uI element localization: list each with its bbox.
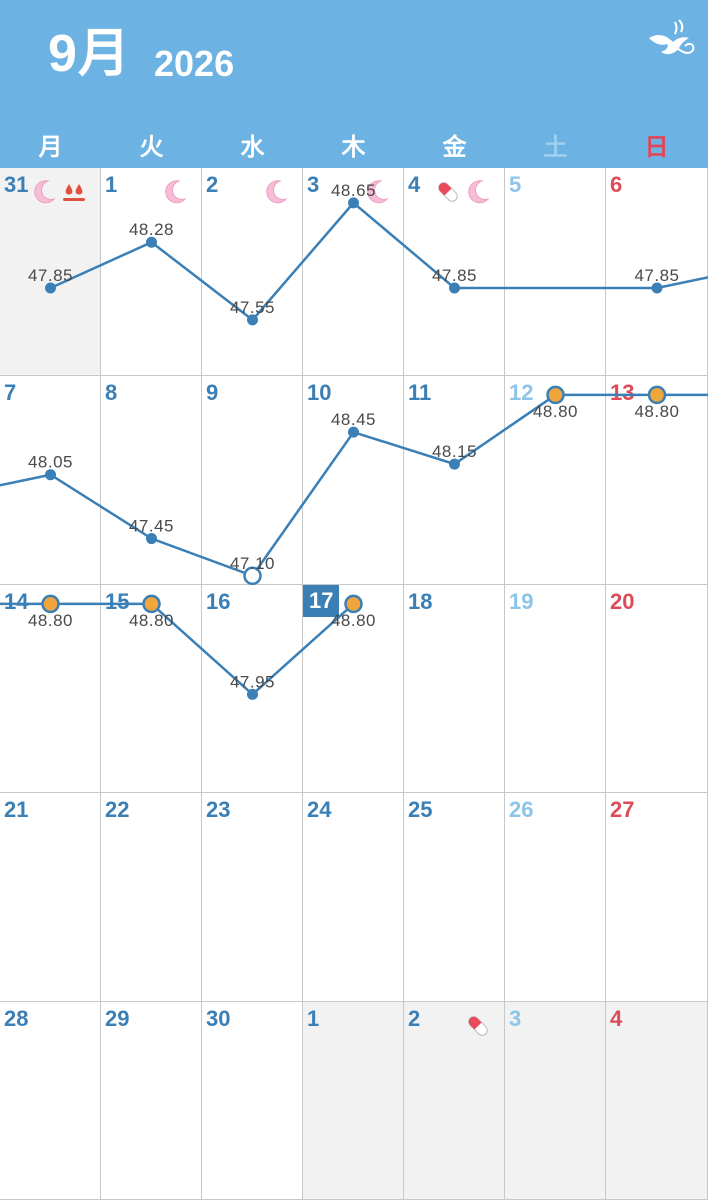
weekday-label: 木: [341, 134, 366, 161]
weekday-label: 日: [644, 134, 669, 161]
day-cell[interactable]: 2: [404, 1002, 505, 1200]
bird-logo-icon[interactable]: [645, 16, 697, 66]
day-number: 14: [4, 589, 29, 614]
day-number: 18: [408, 589, 433, 614]
moon-icon: [367, 180, 389, 204]
day-cell[interactable]: 30: [202, 1002, 303, 1200]
weekday-label: 月: [38, 134, 63, 161]
year-title: 2026: [154, 43, 235, 84]
weekday-label: 水: [240, 134, 265, 161]
day-number: 23: [206, 797, 231, 822]
today-day-number: 17: [303, 585, 340, 617]
day-number: 22: [105, 797, 130, 822]
day-cell[interactable]: 17: [303, 585, 404, 793]
day-number: 26: [509, 797, 534, 822]
day-cell[interactable]: 21: [0, 793, 101, 1002]
day-cell[interactable]: 2: [202, 168, 303, 376]
day-cell[interactable]: 10: [303, 376, 404, 585]
day-cell[interactable]: 18: [404, 585, 505, 793]
moon-icon: [468, 180, 490, 204]
day-cell[interactable]: 3: [303, 168, 404, 376]
day-cell[interactable]: 8: [101, 376, 202, 585]
day-cell[interactable]: 9: [202, 376, 303, 585]
day-number: 13: [610, 380, 635, 405]
moon-icon: [165, 180, 187, 204]
day-cell[interactable]: 23: [202, 793, 303, 1002]
pill-icon: [438, 182, 458, 202]
day-cell[interactable]: 29: [101, 1002, 202, 1200]
day-cell[interactable]: 16: [202, 585, 303, 793]
day-cell[interactable]: 31: [0, 168, 101, 376]
day-number: 16: [206, 589, 231, 614]
day-number: 7: [4, 380, 17, 405]
day-number: 2: [206, 172, 219, 197]
day-number: 25: [408, 797, 433, 822]
day-number: 12: [509, 380, 534, 405]
day-number: 20: [610, 589, 635, 614]
day-number: 4: [408, 172, 421, 197]
weekday-label: 金: [442, 134, 467, 161]
day-cell[interactable]: 13: [606, 376, 708, 585]
day-number: 28: [4, 1006, 29, 1031]
day-number: 4: [610, 1006, 623, 1031]
day-cell[interactable]: 6: [606, 168, 708, 376]
day-number: 11: [408, 380, 432, 405]
weekday-label: 火: [139, 134, 164, 161]
day-cell[interactable]: 20: [606, 585, 708, 793]
day-number: 31: [4, 172, 29, 197]
day-cell[interactable]: 15: [101, 585, 202, 793]
moon-icon: [266, 180, 288, 204]
drops-icon: [63, 184, 85, 201]
day-number: 24: [307, 797, 332, 822]
day-number: 6: [610, 172, 623, 197]
day-cell[interactable]: 1: [303, 1002, 404, 1200]
day-cell[interactable]: 24: [303, 793, 404, 1002]
day-number: 9: [206, 380, 219, 405]
day-number: 30: [206, 1006, 231, 1031]
day-number: 8: [105, 380, 118, 405]
day-number: 2: [408, 1006, 421, 1031]
day-cell[interactable]: 3: [505, 1002, 606, 1200]
day-cell[interactable]: 14: [0, 585, 101, 793]
day-number: 27: [610, 797, 635, 822]
day-number: 10: [307, 380, 332, 405]
day-cell[interactable]: 27: [606, 793, 708, 1002]
pill-icon: [468, 1016, 488, 1036]
day-cell[interactable]: 19: [505, 585, 606, 793]
day-number: 29: [105, 1006, 130, 1031]
calendar-grid: 31 1 2 3 4 5 6 7 8 9 10 11 12 13 14 15 16 17 18 19 20 21 22 23 2…: [0, 168, 708, 1200]
day-cell[interactable]: 26: [505, 793, 606, 1002]
day-number: 3: [307, 172, 320, 197]
day-cell[interactable]: 1: [101, 168, 202, 376]
moon-icon: [34, 180, 56, 204]
day-number: 15: [105, 589, 130, 614]
day-cell[interactable]: 25: [404, 793, 505, 1002]
day-number: 1: [307, 1006, 320, 1031]
day-cell[interactable]: 22: [101, 793, 202, 1002]
day-cell[interactable]: 5: [505, 168, 606, 376]
day-number: 19: [509, 589, 534, 614]
day-cell[interactable]: 12: [505, 376, 606, 585]
day-number: 1: [105, 172, 118, 197]
day-cell[interactable]: 4: [606, 1002, 708, 1200]
month-title: 9月: [48, 25, 131, 83]
day-cell[interactable]: 11: [404, 376, 505, 585]
day-number: 3: [509, 1006, 522, 1031]
day-cell[interactable]: 4: [404, 168, 505, 376]
day-cell[interactable]: 28: [0, 1002, 101, 1200]
weekday-label: 土: [543, 134, 568, 161]
day-number: 5: [509, 172, 522, 197]
day-number: 21: [4, 797, 29, 822]
day-cell[interactable]: 7: [0, 376, 101, 585]
